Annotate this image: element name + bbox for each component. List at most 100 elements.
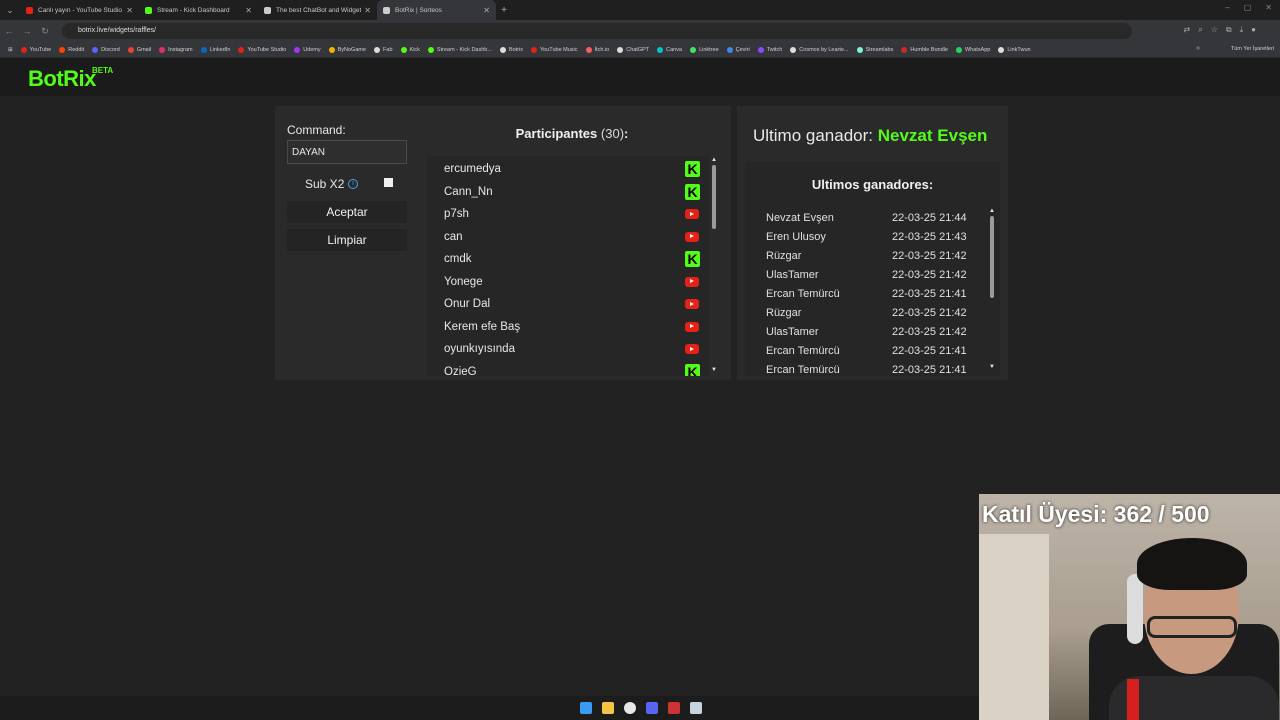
tab-close-icon[interactable]: ✕	[126, 6, 133, 15]
bookmark-item[interactable]: ChatGPT	[617, 46, 649, 53]
winner-history-time: 22-03-25 21:41	[892, 345, 967, 357]
apps-icon[interactable]: ⊞	[8, 47, 13, 53]
translate-icon[interactable]: ⇄	[1184, 25, 1191, 35]
browser-tab[interactable]: The best ChatBot and Widgets ✕	[258, 0, 377, 20]
bookmark-item[interactable]: Twitch	[757, 46, 782, 53]
participant-row: ercumedya K	[444, 158, 700, 180]
bookmark-favicon-icon	[617, 46, 624, 53]
bookmark-label: Reddit	[68, 46, 85, 53]
participants-scroll-up-icon[interactable]: ▲	[711, 157, 717, 163]
bookmark-item[interactable]: Fab	[374, 46, 393, 53]
bookmark-favicon-icon	[499, 46, 506, 53]
webcam-overlay: Katıl Üyesi: 362 / 500	[979, 494, 1280, 720]
command-input[interactable]	[287, 140, 407, 164]
bookmark-item[interactable]: Discord	[92, 46, 120, 53]
bookmark-item[interactable]: Instagram	[159, 46, 193, 53]
sub-x2-checkbox[interactable]	[384, 178, 393, 187]
chrome-icon[interactable]	[624, 702, 636, 714]
botrix-logo[interactable]: BotRix	[28, 66, 96, 92]
youtube-icon	[685, 231, 699, 242]
history-scrollbar-thumb[interactable]	[990, 216, 994, 298]
tab-close-icon[interactable]: ✕	[364, 6, 371, 15]
forward-icon[interactable]: →	[18, 26, 36, 36]
new-tab-button[interactable]: +	[496, 5, 512, 16]
browser-tab[interactable]: Canlı yayın - YouTube Studio ✕	[20, 0, 139, 20]
winner-history-name: Ercan Temürcü	[766, 364, 840, 376]
bookmark-item[interactable]: Stream - Kick Dashb...	[427, 46, 492, 53]
tab-title: Canlı yayın - YouTube Studio	[38, 6, 122, 14]
bookmark-favicon-icon	[690, 46, 697, 53]
participants-title-text: Participantes	[515, 126, 598, 141]
bookmark-favicon-icon	[757, 46, 764, 53]
discord-icon[interactable]	[646, 702, 658, 714]
extensions-icon[interactable]: ⧉	[1226, 25, 1232, 35]
browser-tab[interactable]: BotRix | Sorteos ✕	[377, 0, 496, 20]
winner-history-name: UlasTamer	[766, 326, 819, 338]
bookmark-item[interactable]: YouTube	[20, 46, 51, 53]
participants-scroll-down-icon[interactable]: ▼	[711, 367, 717, 373]
all-bookmarks-link[interactable]: Tüm Yer İşaretleri	[1231, 46, 1274, 52]
clear-button[interactable]: Limpiar	[287, 229, 407, 251]
bookmark-item[interactable]: Reddit	[59, 46, 85, 53]
winner-history-name: Nevzat Evşen	[766, 212, 834, 224]
back-icon[interactable]: ←	[0, 26, 18, 36]
bookmarks-bar: ⊞ YouTube Reddit Discord Gmail Instagram Link…	[0, 42, 1280, 58]
browser-tab[interactable]: Stream - Kick Dashboard ✕	[139, 0, 258, 20]
history-scroll-down-icon[interactable]: ▼	[989, 364, 995, 370]
bookmark-favicon-icon	[657, 46, 664, 53]
url-field[interactable]: botrix.live/widgets/raffles/	[62, 23, 1132, 39]
youtube-icon	[685, 321, 699, 332]
beta-badge: BETA	[92, 66, 114, 75]
tab-close-icon[interactable]: ✕	[245, 6, 252, 15]
bookmark-item[interactable]: LinkedIn	[200, 46, 230, 53]
webcam-person-hair	[1137, 538, 1247, 590]
bookmark-item[interactable]: İtch.io	[585, 46, 609, 53]
reload-icon[interactable]: ↻	[36, 26, 54, 37]
bookmark-item[interactable]: Cosmos by Learte...	[790, 46, 849, 53]
bookmark-label: LinkTwun	[1007, 46, 1031, 53]
bookmark-item[interactable]: LinkTwun	[998, 46, 1031, 53]
bookmark-item[interactable]: Streamlabs	[856, 46, 893, 53]
tab-search-icon[interactable]: ⌄	[0, 0, 20, 20]
app-header: BotRix BETA	[0, 58, 1280, 96]
bookmark-item[interactable]: Humble Bundle	[901, 46, 948, 53]
close-window-icon[interactable]: ✕	[1265, 3, 1272, 12]
history-scroll-up-icon[interactable]: ▲	[989, 208, 995, 214]
more-bookmarks-icon[interactable]: »	[1196, 45, 1200, 52]
download-icon[interactable]: ⤓	[1240, 25, 1244, 35]
tab-close-icon[interactable]: ✕	[483, 6, 490, 15]
bookmark-item[interactable]: Gmail	[127, 46, 151, 53]
bookmark-item[interactable]: Çeviri	[726, 46, 750, 53]
app-icon[interactable]	[668, 702, 680, 714]
tab-title: BotRix | Sorteos	[395, 6, 442, 14]
info-icon[interactable]: i	[348, 179, 358, 189]
bookmark-favicon-icon	[127, 46, 134, 53]
bookmark-favicon-icon	[901, 46, 908, 53]
steam-icon[interactable]	[690, 702, 702, 714]
bookmark-item[interactable]: Udemy	[294, 46, 321, 53]
maximize-icon[interactable]: ▢	[1244, 3, 1252, 12]
bookmark-star-icon[interactable]: ☆	[1211, 25, 1218, 35]
zoom-icon[interactable]: ⌕	[1198, 25, 1202, 35]
file-explorer-icon[interactable]	[602, 702, 614, 714]
bookmark-item[interactable]: Botrix	[499, 46, 523, 53]
accept-button[interactable]: Aceptar	[287, 201, 407, 223]
bookmark-item[interactable]: Canva	[657, 46, 682, 53]
participants-scrollbar-thumb[interactable]	[712, 165, 716, 229]
sub-x2-label: Sub X2	[305, 177, 345, 191]
windows-start-icon[interactable]	[580, 702, 592, 714]
profile-icon[interactable]: ●	[1251, 25, 1256, 35]
bookmark-item[interactable]: Kick	[400, 46, 420, 53]
bookmark-item[interactable]: ByNoGame	[328, 46, 366, 53]
tab-favicon-icon	[264, 6, 271, 14]
bookmark-item[interactable]: YouTube Studio	[238, 46, 286, 53]
bookmark-favicon-icon	[20, 46, 27, 53]
bookmark-item[interactable]: WhatsApp	[955, 46, 990, 53]
address-bar-actions: ⇄ ⌕ ☆ ⧉ ⤓ ●	[1184, 25, 1256, 35]
bookmark-item[interactable]: YouTube Music	[531, 46, 578, 53]
minimize-icon[interactable]: –	[1225, 3, 1229, 12]
bookmark-item[interactable]: Linktree	[690, 46, 719, 53]
participant-name: Kerem efe Baş	[444, 320, 521, 333]
participants-list[interactable]: ercumedya K Cann_Nn Kp7sh can cmdk K Yonege Onur…	[427, 156, 709, 376]
history-clip-edge	[745, 376, 1000, 380]
